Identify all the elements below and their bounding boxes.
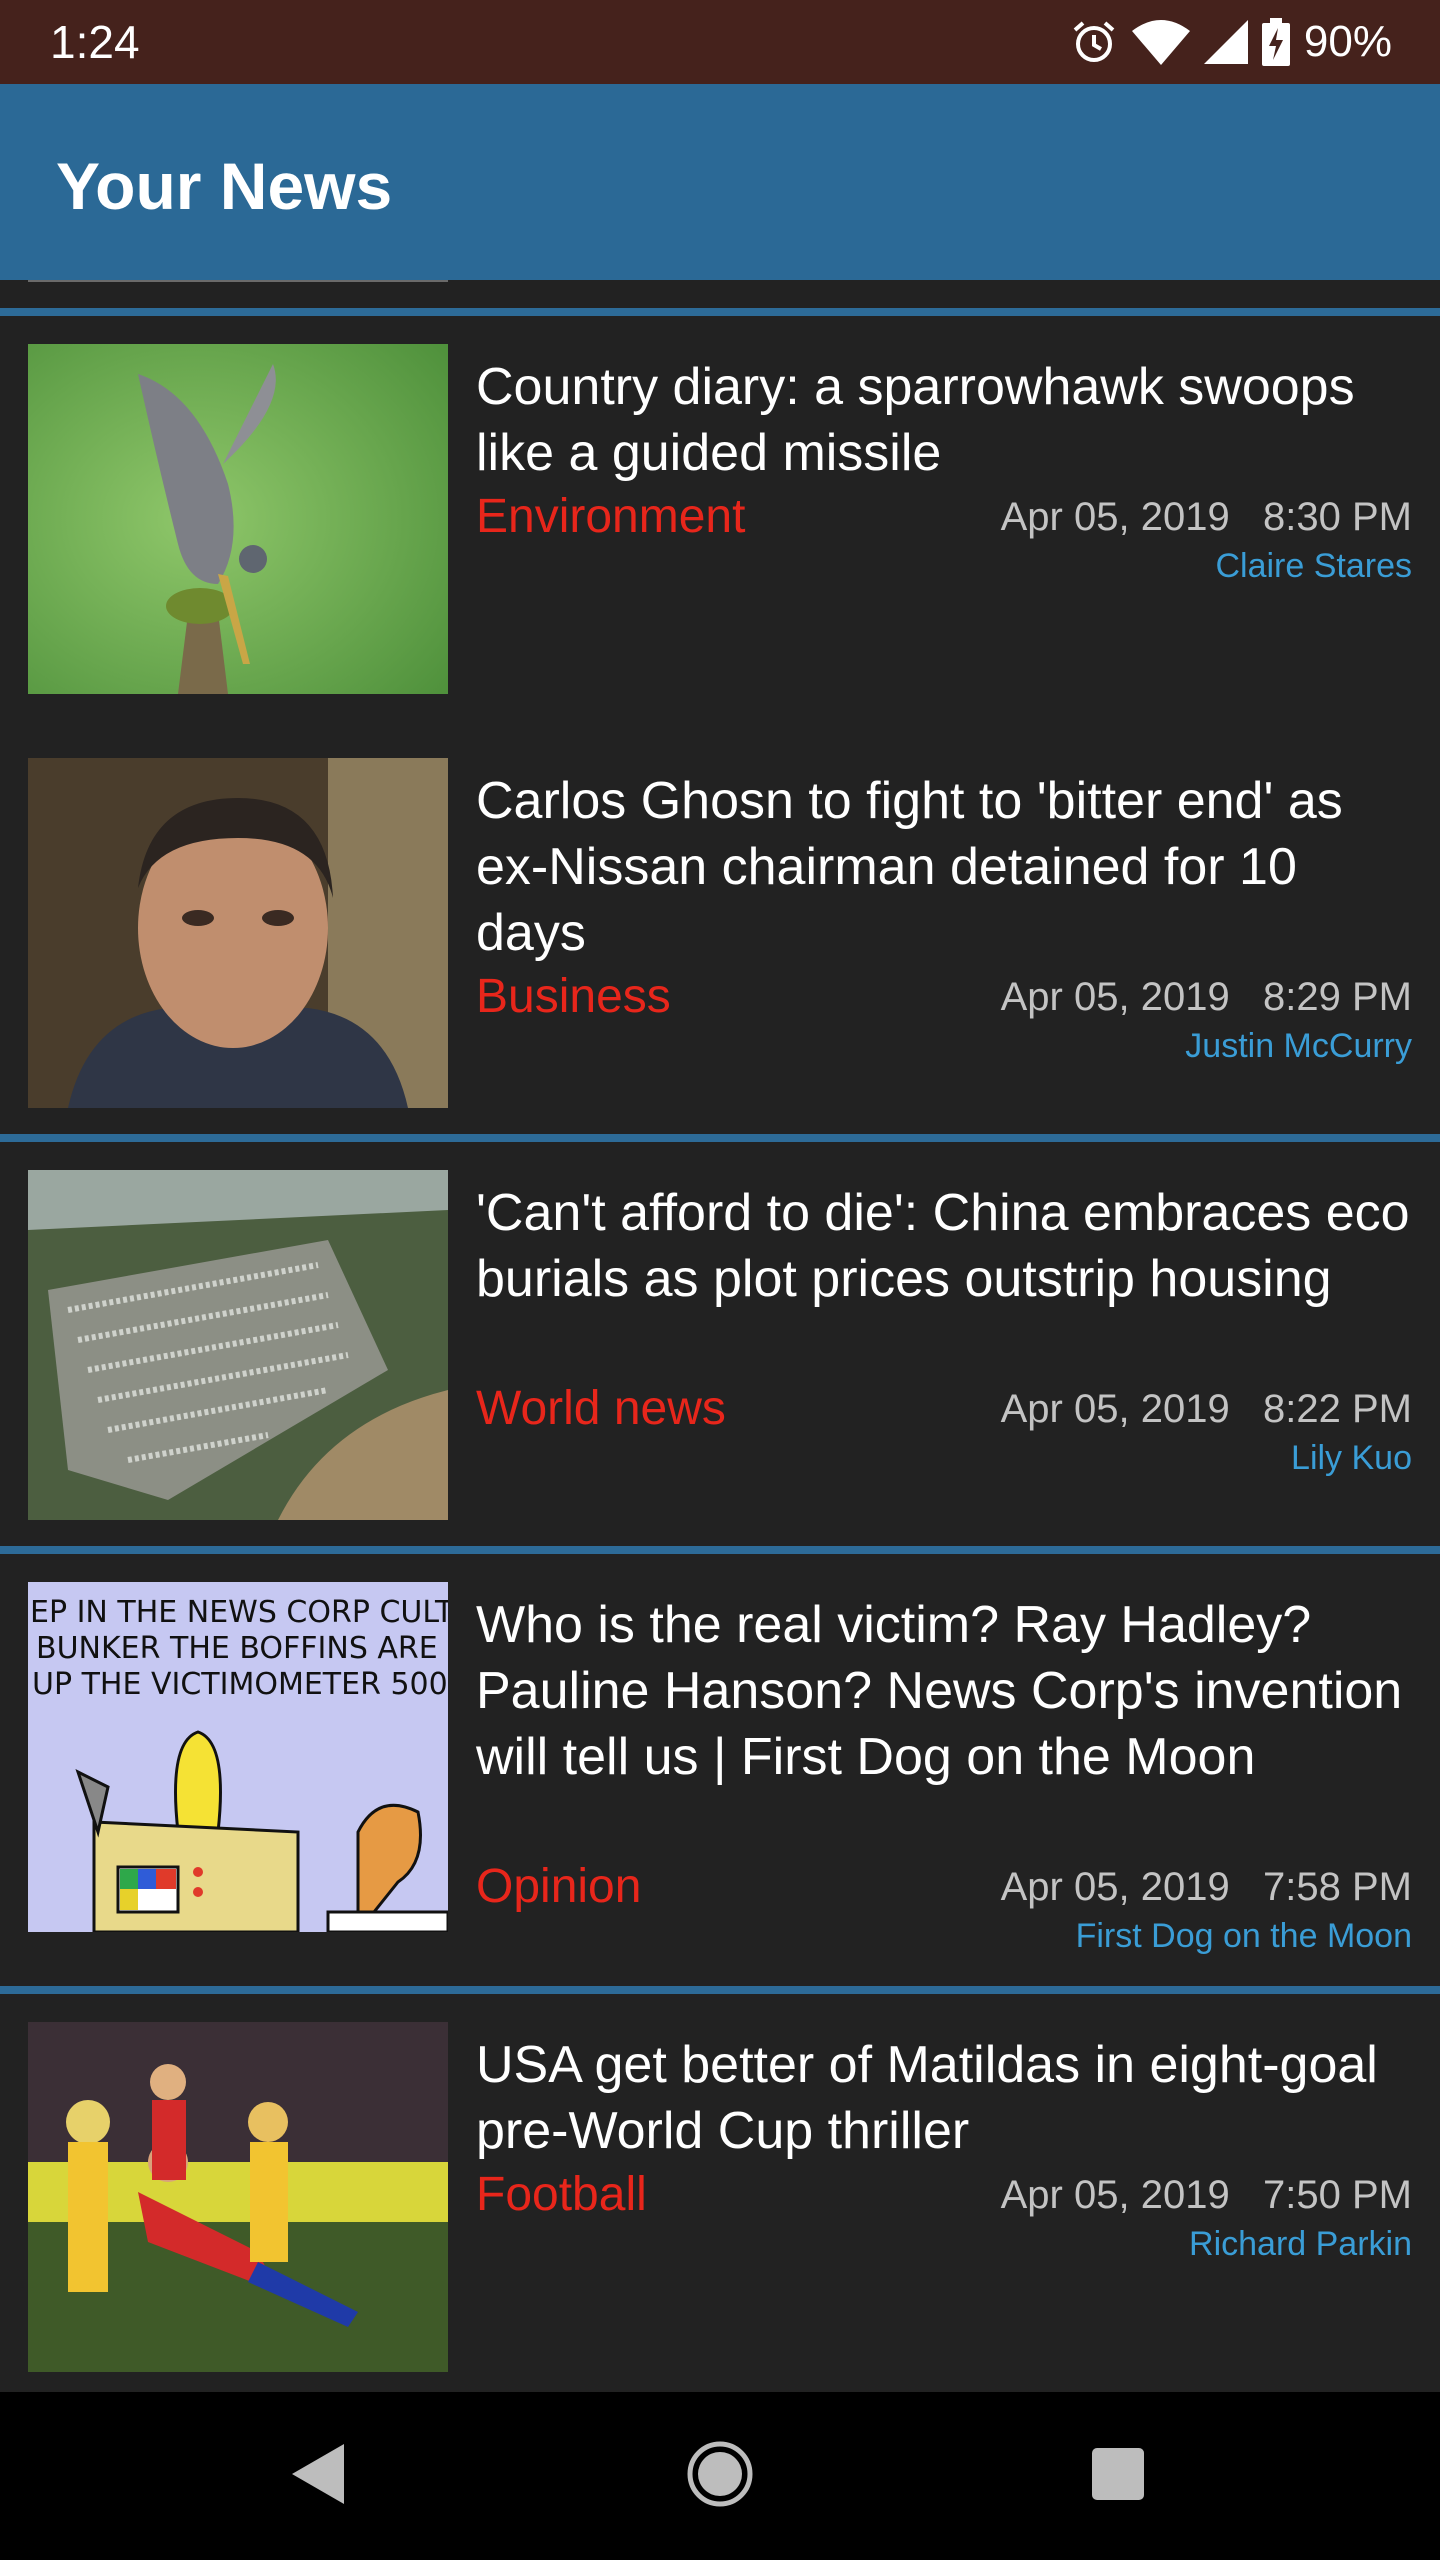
article-category: Opinion — [476, 1860, 642, 1913]
list-item[interactable] — [0, 280, 1440, 308]
article-meta: Business Apr 05, 2019 8:29 PM — [476, 964, 1412, 1030]
article-headline: Country diary: a sparrowhawk swoops like… — [476, 358, 1355, 482]
list-item[interactable]: Carlos Ghosn to fight to 'bitter end' as… — [0, 730, 1440, 1134]
app-bar: Your News — [0, 84, 1440, 280]
article-category: Environment — [476, 490, 746, 543]
signal-icon — [1203, 20, 1248, 64]
article-thumbnail — [28, 758, 448, 1108]
news-feed[interactable]: Country diary: a sparrowhawk swoops like… — [0, 280, 1440, 2392]
recents-icon[interactable] — [1090, 2446, 1146, 2502]
article-author: Justin McCurry — [1185, 1027, 1412, 1065]
article-datetime: Apr 05, 2019 8:30 PM — [1001, 484, 1412, 550]
navigation-bar — [0, 2392, 1440, 2560]
article-datetime: Apr 05, 2019 7:50 PM — [1001, 2162, 1412, 2228]
football-match-photo — [28, 2022, 448, 2372]
cartoon-caption-line: BUNKER THE BOFFINS ARE FI — [36, 1631, 448, 1666]
article-headline: USA get better of Matildas in eight-goal… — [476, 2036, 1378, 2160]
article-time: 7:58 PM — [1263, 1865, 1412, 1909]
article-headline: Carlos Ghosn to fight to 'bitter end' as… — [476, 772, 1343, 962]
article-datetime: Apr 05, 2019 7:58 PM — [1001, 1854, 1412, 1920]
article-datetime: Apr 05, 2019 8:22 PM — [1001, 1376, 1412, 1442]
sparrowhawk-photo — [28, 344, 448, 694]
list-item[interactable]: USA get better of Matildas in eight-goal… — [0, 1994, 1440, 2392]
cartoon-illustration: EP IN THE NEWS CORP CULTU BUNKER THE BOF… — [28, 1582, 448, 1932]
article-author: Richard Parkin — [1189, 2225, 1412, 2263]
article-thumbnail — [28, 1170, 448, 1520]
list-item[interactable]: 'Can't afford to die': China embraces ec… — [0, 1142, 1440, 1546]
article-category: World news — [476, 1382, 726, 1435]
article-headline: 'Can't afford to die': China embraces ec… — [476, 1184, 1410, 1308]
article-category: Football — [476, 2168, 647, 2221]
app-title: Your News — [56, 149, 393, 223]
article-headline: Who is the real victim? Ray Hadley? Paul… — [476, 1596, 1403, 1786]
wifi-icon — [1131, 19, 1190, 65]
article-time: 8:22 PM — [1263, 1387, 1412, 1431]
battery-percent: 90% — [1303, 17, 1392, 66]
article-date: Apr 05, 2019 — [1000, 2173, 1230, 2217]
article-category: Business — [476, 970, 671, 1023]
status-icons: 90% — [1070, 14, 1392, 70]
article-date: Apr 05, 2019 — [1000, 1387, 1230, 1431]
article-thumbnail — [28, 280, 448, 282]
article-author: First Dog on the Moon — [1075, 1917, 1412, 1955]
article-meta: Football Apr 05, 2019 7:50 PM — [476, 2162, 1412, 2228]
article-author: Claire Stares — [1215, 547, 1412, 585]
article-thumbnail — [28, 344, 448, 694]
article-meta: Opinion Apr 05, 2019 7:58 PM — [476, 1854, 1412, 1920]
article-date: Apr 05, 2019 — [1000, 975, 1230, 1019]
battery-charging-icon — [1261, 18, 1290, 66]
status-bar: 1:24 90% — [0, 0, 1440, 84]
status-time: 1:24 — [50, 16, 140, 68]
cartoon-caption-line: UP THE VICTIMOMETER 5000 — [32, 1667, 448, 1702]
article-date: Apr 05, 2019 — [1000, 1865, 1230, 1909]
article-thumbnail — [28, 2022, 448, 2372]
home-icon[interactable] — [686, 2440, 754, 2508]
article-datetime: Apr 05, 2019 8:29 PM — [1001, 964, 1412, 1030]
article-time: 8:30 PM — [1263, 495, 1412, 539]
article-time: 8:29 PM — [1263, 975, 1412, 1019]
article-time: 7:50 PM — [1263, 2173, 1412, 2217]
article-date: Apr 05, 2019 — [1000, 495, 1230, 539]
cemetery-aerial-photo — [28, 1170, 448, 1520]
list-item[interactable]: EP IN THE NEWS CORP CULTU BUNKER THE BOF… — [0, 1554, 1440, 1986]
article-meta: World news Apr 05, 2019 8:22 PM — [476, 1376, 1412, 1442]
article-meta: Environment Apr 05, 2019 8:30 PM — [476, 484, 1412, 550]
carlos-ghosn-photo — [28, 758, 448, 1108]
article-thumbnail: EP IN THE NEWS CORP CULTU BUNKER THE BOF… — [28, 1582, 448, 1932]
back-icon[interactable] — [290, 2442, 346, 2506]
alarm-icon — [1070, 18, 1118, 66]
cartoon-caption-line: EP IN THE NEWS CORP CULTU — [30, 1595, 448, 1630]
article-author: Lily Kuo — [1291, 1439, 1412, 1477]
